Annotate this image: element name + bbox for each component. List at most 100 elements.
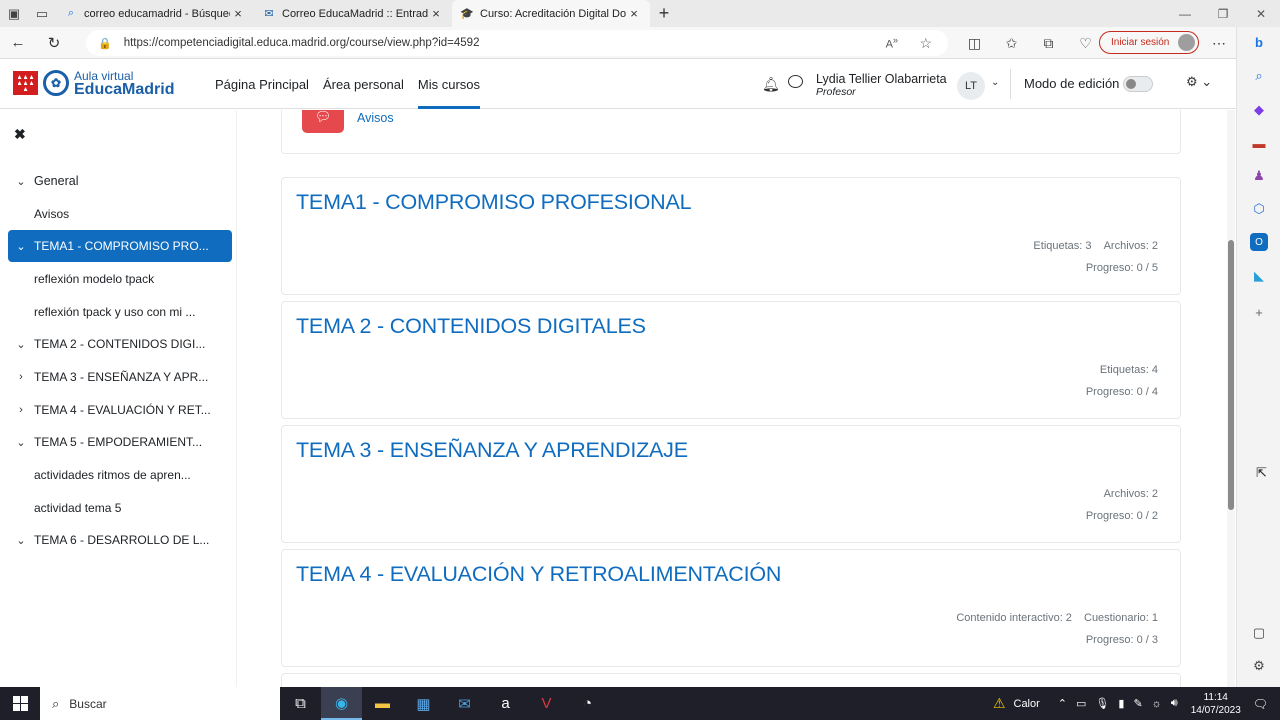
section-title[interactable]: TEMA 4 - EVALUACIÓN Y RETROALIMENTACIÓN (296, 562, 781, 587)
comunidad-madrid-flag-icon[interactable] (13, 71, 38, 95)
express-vpn-icon[interactable]: V (526, 687, 567, 720)
pen-icon[interactable]: ✎ (1133, 697, 1142, 710)
course-index-section-tema3[interactable]: › TEMA 3 - ENSEÑANZA Y APR... (8, 361, 232, 393)
nav-area-personal[interactable]: Área personal (323, 59, 404, 109)
chevron-down-icon[interactable]: ⌄ (8, 534, 34, 547)
summary-count: Contenido interactivo: 2 (956, 612, 1072, 624)
task-view-icon[interactable]: ⧉ (280, 687, 321, 720)
volume-icon[interactable]: 🔊︎ (1171, 697, 1178, 710)
add-icon[interactable]: + (1250, 303, 1268, 321)
avisos-link[interactable]: Avisos (357, 111, 394, 125)
outlook-icon[interactable]: O (1250, 233, 1268, 251)
camera-icon[interactable]: ▭ (1076, 697, 1086, 710)
sign-in-button[interactable]: Iniciar sesión (1099, 31, 1199, 54)
back-arrow-icon[interactable]: ← (0, 28, 36, 58)
nav-mis-cursos[interactable]: Mis cursos (417, 59, 481, 109)
page-scrollbar[interactable] (1227, 110, 1235, 687)
course-index-activity-tema5[interactable]: actividad tema 5 (8, 492, 232, 524)
sidebar-layout-icon[interactable]: ▢ (1250, 624, 1268, 642)
mail-icon[interactable]: ✉ (444, 687, 485, 720)
settings-dropdown-icon[interactable]: ⚙ ⌄ (1186, 74, 1212, 90)
forum-icon[interactable]: 💬︎ (302, 110, 344, 133)
close-window-icon[interactable]: ✕ (1242, 0, 1280, 27)
chevron-right-icon[interactable]: › (8, 404, 34, 416)
split-screen-icon[interactable]: ◫ (956, 35, 993, 52)
shopping-icon[interactable]: ◆ (1250, 101, 1268, 119)
microsoft-store-icon[interactable]: ▦ (403, 687, 444, 720)
messages-chat-icon[interactable] (788, 75, 803, 88)
chevron-up-icon[interactable]: ⌃ (1058, 697, 1067, 710)
course-index-section-tema1[interactable]: ⌄ TEMA1 - COMPROMISO PRO... (8, 230, 232, 262)
address-bar[interactable]: 🔒 https://competenciadigital.educa.madri… (86, 30, 948, 56)
drop-icon[interactable]: ◣ (1250, 267, 1268, 285)
windows-start-icon[interactable] (0, 687, 40, 720)
course-index-label: Avisos (34, 207, 70, 221)
close-icon[interactable]: × (626, 6, 642, 21)
chevron-down-icon[interactable]: ⌄ (8, 436, 34, 449)
new-tab-button[interactable]: + (650, 0, 678, 27)
read-aloud-icon[interactable]: A» (886, 35, 898, 51)
course-index-label: TEMA 4 - EVALUACIÓN Y RET... (34, 403, 211, 417)
chevron-right-icon[interactable]: › (8, 371, 34, 383)
favorites-icon[interactable]: ✩ (993, 35, 1030, 52)
brightness-icon[interactable]: ☼ (1152, 698, 1162, 710)
notifications-icon[interactable]: 🗨︎ (1253, 697, 1268, 711)
course-index-activity-avisos[interactable]: Avisos (8, 198, 232, 230)
chevron-down-icon[interactable]: ⌄ (991, 77, 999, 88)
screen-recorder-icon[interactable]: ◔ (567, 687, 608, 720)
course-index-activity-ritmos[interactable]: actividades ritmos de apren... (8, 459, 232, 491)
chevron-down-icon[interactable]: ⌄ (8, 338, 34, 351)
games-icon[interactable]: ♟ (1250, 167, 1268, 185)
section-title[interactable]: TEMA1 - COMPROMISO PROFESIONAL (296, 190, 692, 215)
microphone-icon[interactable]: 🎙︎ (1095, 697, 1109, 710)
window-controls: — ❐ ✕ (1166, 0, 1280, 27)
tools-icon[interactable]: ▬ (1250, 134, 1268, 152)
course-index-section-tema4[interactable]: › TEMA 4 - EVALUACIÓN Y RET... (8, 394, 232, 426)
chevron-down-icon[interactable]: ⌄ (8, 240, 34, 253)
battery-icon[interactable]: ▮ (1118, 697, 1124, 710)
bing-copilot-icon[interactable]: b (1250, 33, 1268, 51)
educamadrid-logo-icon[interactable]: ✿ (43, 70, 69, 96)
workspaces-icon[interactable]: ▣ (0, 0, 28, 27)
refresh-icon[interactable]: ↻ (36, 28, 72, 58)
browser-tab-course[interactable]: 🎓 Curso: Acreditación Digital Doce × (452, 0, 650, 27)
minimize-icon[interactable]: — (1166, 0, 1204, 27)
maximize-icon[interactable]: ❐ (1204, 0, 1242, 27)
search-icon[interactable]: ⌕ (1250, 67, 1268, 85)
edge-browser-icon[interactable]: ◉ (321, 687, 362, 720)
nav-pagina-principal[interactable]: Página Principal (215, 59, 309, 109)
settings-gear-icon[interactable]: ⚙ (1250, 657, 1268, 675)
section-title[interactable]: TEMA 2 - CONTENIDOS DIGITALES (296, 314, 646, 339)
close-drawer-icon[interactable]: ✖ (14, 126, 26, 143)
weather-widget[interactable]: ⚠ Calor (993, 695, 1040, 712)
taskbar-search[interactable]: ⌕ Buscar (40, 687, 280, 720)
notifications-bell-icon[interactable]: 🔔︎ (762, 76, 780, 93)
user-avatar[interactable]: LT (957, 72, 985, 100)
course-index-section-tema2[interactable]: ⌄ TEMA 2 - CONTENIDOS DIGI... (8, 328, 232, 360)
course-index-section-tema6[interactable]: ⌄ TEMA 6 - DESARROLLO DE L... (8, 524, 232, 556)
tab-actions-icon[interactable]: ▭ (28, 0, 56, 27)
section-title[interactable]: TEMA 3 - ENSEÑANZA Y APRENDIZAJE (296, 438, 688, 463)
course-index-section-general[interactable]: ⌄ General (8, 165, 232, 197)
edit-mode-toggle[interactable] (1123, 76, 1153, 92)
course-index-activity-reflexion-tpack[interactable]: reflexión modelo tpack (8, 263, 232, 295)
logo-title[interactable]: EducaMadrid (74, 81, 174, 99)
lock-icon[interactable]: 🔒 (98, 37, 112, 50)
close-icon[interactable]: × (230, 6, 246, 21)
user-name[interactable]: Lydia Tellier Olabarrieta (816, 72, 947, 86)
office-icon[interactable]: ⬡ (1250, 200, 1268, 218)
favorite-star-icon[interactable]: ☆ (919, 35, 932, 52)
browser-tab-search[interactable]: ⌕ correo educamadrid - Búsqueda × (56, 0, 254, 27)
browser-tab-mail[interactable]: ✉ Correo EducaMadrid :: Entrada × (254, 0, 452, 27)
sign-in-label: Iniciar sesión (1111, 37, 1170, 48)
collections-icon[interactable]: ⧉ (1030, 35, 1067, 52)
scrollbar-thumb[interactable] (1228, 240, 1234, 510)
course-index-activity-reflexion-tpack-uso[interactable]: reflexión tpack y uso con mi ... (8, 296, 232, 328)
course-index-section-tema5[interactable]: ⌄ TEMA 5 - EMPODERAMIENT... (8, 426, 232, 458)
chevron-down-icon[interactable]: ⌄ (8, 175, 34, 188)
file-explorer-icon[interactable]: ▬ (362, 687, 403, 720)
more-options-icon[interactable]: ⋯ (1210, 27, 1228, 59)
close-icon[interactable]: × (428, 6, 444, 21)
taskbar-clock[interactable]: 11:14 14/07/2023 (1191, 691, 1241, 717)
amazon-icon[interactable]: a (485, 687, 526, 720)
